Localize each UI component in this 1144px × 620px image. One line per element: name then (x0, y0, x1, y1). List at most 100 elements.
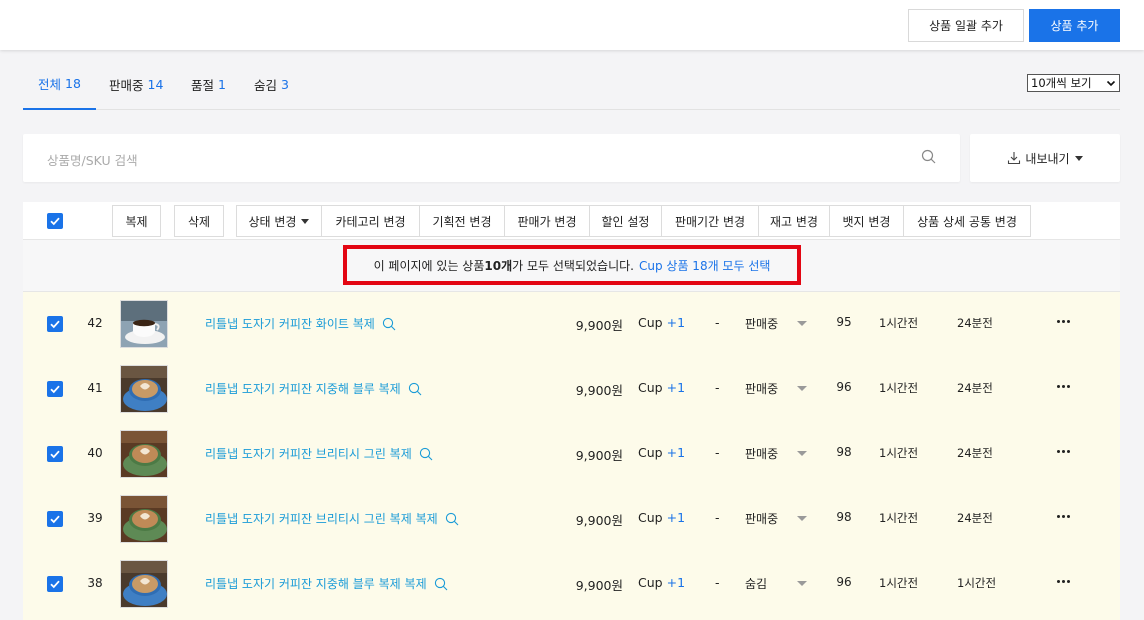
caret-down-icon[interactable] (797, 386, 807, 391)
caret-down-icon[interactable] (797, 516, 807, 521)
search-icon[interactable] (419, 447, 433, 461)
row-checkbox[interactable] (47, 576, 63, 592)
page-size-select[interactable]: 10개씩 보기 (1027, 74, 1120, 92)
status-select[interactable]: 판매중 (745, 380, 778, 397)
product-name-link[interactable]: 리틀냅 도자기 커피잔 브리티시 그린 복제 복제 (205, 510, 459, 527)
status-change-button[interactable]: 상태 변경 (236, 205, 322, 237)
category-name: Cup (638, 380, 663, 395)
tab-sold-out[interactable]: 품절 1 (191, 58, 226, 110)
chevron-down-icon (1106, 80, 1116, 87)
caret-down-icon (1074, 155, 1083, 161)
product-stock: 98 (836, 445, 852, 459)
promotion-change-button[interactable]: 기획전 변경 (419, 205, 505, 237)
caret-down-icon[interactable] (797, 581, 807, 586)
stock-change-button[interactable]: 재고 변경 (758, 205, 830, 237)
category-more-link[interactable]: +1 (667, 510, 685, 525)
discount-setting-button[interactable]: 할인 설정 (589, 205, 662, 237)
status-select[interactable]: 판매중 (745, 510, 778, 527)
row-checkbox[interactable] (47, 446, 63, 462)
duplicate-button[interactable]: 복제 (112, 205, 161, 237)
price-change-button[interactable]: 판매가 변경 (504, 205, 590, 237)
badge-change-button[interactable]: 뱃지 변경 (829, 205, 904, 237)
search-placeholder: 상품명/SKU 검색 (47, 153, 138, 168)
select-all-checkbox[interactable] (47, 213, 63, 229)
product-stock: 96 (836, 575, 852, 589)
more-options-icon[interactable] (1057, 574, 1071, 586)
updated-time: 24분전 (957, 316, 993, 330)
search-icon[interactable] (408, 382, 422, 396)
notice-count: 10개 (484, 258, 513, 273)
product-stock: 95 (836, 315, 852, 329)
tab-hidden[interactable]: 숨김 3 (254, 58, 289, 110)
check-icon (50, 450, 60, 459)
created-time: 1시간전 (879, 576, 919, 590)
product-name-link[interactable]: 리틀냅 도자기 커피잔 화이트 복제 (205, 315, 396, 332)
search-input[interactable]: 상품명/SKU 검색 (23, 134, 960, 182)
row-checkbox[interactable] (47, 381, 63, 397)
row-checkbox[interactable] (47, 316, 63, 332)
product-thumbnail[interactable] (120, 300, 168, 348)
product-thumbnail[interactable] (120, 560, 168, 608)
product-name-link[interactable]: 리틀냅 도자기 커피잔 브리티시 그린 복제 (205, 445, 433, 462)
status-select[interactable]: 판매중 (745, 445, 778, 462)
table-row[interactable]: 38 리틀냅 도자기 커피잔 지중해 블루 복제 복제 9,900원 Cup +1… (23, 552, 1120, 617)
export-button[interactable]: 내보내기 (970, 134, 1120, 182)
tab-label: 전체 (38, 76, 62, 92)
detail-common-change-button[interactable]: 상품 상세 공통 변경 (903, 205, 1031, 237)
tab-on-sale[interactable]: 판매중 14 (109, 58, 163, 110)
top-bar: 상품 일괄 추가 상품 추가 (0, 0, 1144, 50)
sale-period-change-button[interactable]: 판매기간 변경 (661, 205, 759, 237)
status-select[interactable]: 숨김 (745, 575, 767, 592)
product-thumbnail[interactable] (120, 365, 168, 413)
category-more-link[interactable]: +1 (667, 575, 685, 590)
product-category: Cup +1 (638, 380, 685, 395)
product-category: Cup +1 (638, 575, 685, 590)
product-thumbnail[interactable] (120, 495, 168, 543)
caret-down-icon[interactable] (797, 321, 807, 326)
more-options-icon[interactable] (1057, 444, 1071, 456)
bulk-add-button[interactable]: 상품 일괄 추가 (908, 9, 1024, 42)
row-checkbox[interactable] (47, 511, 63, 527)
table-row[interactable]: 42 리틀냅 도자기 커피잔 화이트 복제 9,900원 Cup +1 - 판매중… (23, 292, 1120, 357)
category-more-link[interactable]: +1 (667, 445, 685, 460)
notice-suffix: 가 모두 선택되었습니다. (512, 258, 634, 273)
product-option: - (715, 510, 720, 525)
product-category: Cup +1 (638, 510, 685, 525)
more-options-icon[interactable] (1057, 379, 1071, 391)
created-time: 1시간전 (879, 511, 919, 525)
more-options-icon[interactable] (1057, 314, 1071, 326)
caret-down-icon[interactable] (797, 451, 807, 456)
product-stock: 96 (836, 380, 852, 394)
product-id: 41 (87, 381, 103, 395)
blue-cup-image (121, 561, 167, 607)
tab-count: 18 (65, 75, 81, 91)
product-name-link[interactable]: 리틀냅 도자기 커피잔 지중해 블루 복제 (205, 380, 422, 397)
status-select[interactable]: 판매중 (745, 315, 778, 332)
delete-button[interactable]: 삭제 (174, 205, 224, 237)
select-all-products-link[interactable]: Cup 상품 18개 모두 선택 (639, 257, 770, 274)
product-thumbnail[interactable] (120, 430, 168, 478)
add-product-button[interactable]: 상품 추가 (1029, 9, 1120, 42)
search-icon[interactable] (445, 512, 459, 526)
category-change-button[interactable]: 카테고리 변경 (321, 205, 420, 237)
selection-notice-highlight: 이 페이지에 있는 상품 10개 가 모두 선택되었습니다. Cup 상품 18개 … (343, 245, 801, 285)
tab-count: 14 (147, 76, 164, 92)
table-row[interactable]: 39 리틀냅 도자기 커피잔 브리티시 그린 복제 복제 9,900원 Cup +… (23, 487, 1120, 552)
tab-all[interactable]: 전체 18 (23, 58, 96, 110)
search-icon[interactable] (921, 149, 937, 165)
category-more-link[interactable]: +1 (667, 380, 685, 395)
search-icon[interactable] (382, 317, 396, 331)
table-row[interactable]: 41 리틀냅 도자기 커피잔 지중해 블루 복제 9,900원 Cup +1 - … (23, 357, 1120, 422)
category-more-link[interactable]: +1 (667, 315, 685, 330)
white-cup-image (121, 301, 167, 347)
tab-count: 3 (281, 76, 289, 92)
blue-cup-image (121, 366, 167, 412)
search-icon[interactable] (434, 577, 448, 591)
product-option: - (715, 380, 720, 395)
updated-time: 24분전 (957, 446, 993, 460)
product-name: 리틀냅 도자기 커피잔 지중해 블루 복제 (205, 382, 401, 396)
product-name-link[interactable]: 리틀냅 도자기 커피잔 지중해 블루 복제 복제 (205, 575, 448, 592)
product-option: - (715, 445, 720, 460)
more-options-icon[interactable] (1057, 509, 1071, 521)
table-row[interactable]: 40 리틀냅 도자기 커피잔 브리티시 그린 복제 9,900원 Cup +1 -… (23, 422, 1120, 487)
